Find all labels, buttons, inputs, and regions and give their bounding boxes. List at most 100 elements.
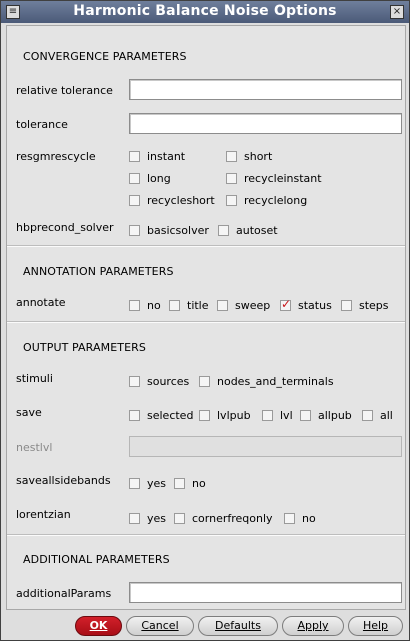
checkbox[interactable] bbox=[300, 409, 311, 421]
checkbox[interactable] bbox=[362, 409, 373, 421]
saveallsidebands-label: saveallsidebands bbox=[16, 474, 111, 487]
section-title-annotation: ANNOTATION PARAMETERS bbox=[23, 265, 174, 278]
save-option-selected[interactable]: selected bbox=[129, 408, 193, 422]
hb-noise-options-dialog: ≡ Harmonic Balance Noise Options × CONVE… bbox=[0, 0, 410, 641]
option-label: sweep bbox=[235, 298, 271, 312]
checkbox[interactable] bbox=[341, 299, 352, 311]
option-label: no bbox=[147, 298, 161, 312]
annotate-option-status[interactable]: status bbox=[280, 297, 332, 312]
option-label: no bbox=[302, 511, 316, 525]
checkbox[interactable] bbox=[174, 512, 185, 524]
saveallsidebands-option-no[interactable]: no bbox=[174, 476, 206, 490]
option-label: no bbox=[192, 476, 206, 490]
stimuli-option-sources[interactable]: sources bbox=[129, 374, 189, 388]
additional-params-input[interactable] bbox=[129, 582, 402, 603]
tolerance-label: tolerance bbox=[16, 118, 68, 131]
nestlvl-label: nestlvl bbox=[16, 441, 53, 454]
nestlvl-input bbox=[129, 436, 402, 457]
resgmrescycle-label: resgmrescycle bbox=[16, 150, 96, 163]
help-button[interactable]: Help bbox=[348, 616, 403, 636]
window-menu-icon[interactable]: ≡ bbox=[6, 5, 20, 19]
save-option-lvlpub[interactable]: lvlpub bbox=[199, 408, 251, 422]
resgmrescycle-option-recycleinstant[interactable]: recycleinstant bbox=[226, 171, 322, 185]
save-option-lvl[interactable]: lvl bbox=[262, 408, 293, 422]
annotate-option-steps[interactable]: steps bbox=[341, 298, 389, 312]
checkbox[interactable] bbox=[284, 512, 295, 524]
help-button-label: Help bbox=[362, 619, 389, 632]
saveallsidebands-option-yes[interactable]: yes bbox=[129, 476, 166, 490]
close-icon[interactable]: × bbox=[390, 5, 404, 19]
separator bbox=[7, 534, 405, 536]
annotate-option-sweep[interactable]: sweep bbox=[217, 298, 270, 312]
save-option-all[interactable]: all bbox=[362, 408, 393, 422]
resgmrescycle-option-recyclelong[interactable]: recyclelong bbox=[226, 193, 307, 207]
checkbox[interactable] bbox=[218, 224, 229, 236]
option-label: short bbox=[244, 149, 273, 163]
checkbox-checked[interactable] bbox=[280, 297, 291, 311]
options-panel: CONVERGENCE PARAMETERS relative toleranc… bbox=[6, 25, 406, 610]
defaults-button[interactable]: Defaults bbox=[198, 616, 278, 636]
cancel-button[interactable]: Cancel bbox=[126, 616, 194, 636]
checkbox[interactable] bbox=[199, 409, 210, 421]
checkbox[interactable] bbox=[129, 512, 140, 524]
window-title: Harmonic Balance Noise Options bbox=[73, 3, 337, 19]
ok-button[interactable]: OK bbox=[75, 616, 122, 636]
stimuli-label: stimuli bbox=[16, 372, 53, 385]
tolerance-input[interactable] bbox=[129, 113, 402, 134]
checkbox[interactable] bbox=[226, 172, 237, 184]
save-option-allpub[interactable]: allpub bbox=[300, 408, 352, 422]
checkbox[interactable] bbox=[129, 299, 140, 311]
hbprecond-option-autoset[interactable]: autoset bbox=[218, 223, 278, 237]
checkbox[interactable] bbox=[129, 172, 140, 184]
option-label: basicsolver bbox=[147, 223, 209, 237]
resgmrescycle-option-long[interactable]: long bbox=[129, 171, 171, 185]
option-label: yes bbox=[147, 476, 167, 490]
checkbox[interactable] bbox=[129, 224, 140, 236]
option-label: cornerfreqonly bbox=[192, 511, 273, 525]
hbprecond-option-basicsolver[interactable]: basicsolver bbox=[129, 223, 209, 237]
annotate-label: annotate bbox=[16, 296, 66, 309]
resgmrescycle-option-recycleshort[interactable]: recycleshort bbox=[129, 193, 215, 207]
checkbox[interactable] bbox=[129, 194, 140, 206]
checkbox[interactable] bbox=[174, 477, 185, 489]
option-label: steps bbox=[359, 298, 389, 312]
checkbox[interactable] bbox=[226, 150, 237, 162]
resgmrescycle-option-short[interactable]: short bbox=[226, 149, 272, 163]
additional-params-label: additionalParams bbox=[16, 587, 112, 600]
separator bbox=[7, 245, 405, 247]
resgmrescycle-option-instant[interactable]: instant bbox=[129, 149, 185, 163]
checkbox[interactable] bbox=[129, 477, 140, 489]
lorentzian-option-yes[interactable]: yes bbox=[129, 511, 166, 525]
title-bar[interactable]: ≡ Harmonic Balance Noise Options × bbox=[1, 1, 409, 23]
checkbox[interactable] bbox=[129, 375, 140, 387]
option-label: autoset bbox=[236, 223, 278, 237]
hbprecond-solver-label: hbprecond_solver bbox=[16, 221, 114, 234]
annotate-option-no[interactable]: no bbox=[129, 298, 161, 312]
save-label: save bbox=[16, 406, 42, 419]
checkbox[interactable] bbox=[129, 150, 140, 162]
option-label: sources bbox=[147, 374, 190, 388]
option-label: lvlpub bbox=[217, 408, 251, 422]
checkbox[interactable] bbox=[199, 375, 210, 387]
option-label: lvl bbox=[280, 408, 293, 422]
annotate-option-title[interactable]: title bbox=[169, 298, 209, 312]
option-label: long bbox=[147, 171, 171, 185]
reltol-input[interactable] bbox=[129, 79, 402, 100]
option-label: recycleinstant bbox=[244, 171, 322, 185]
separator bbox=[7, 321, 405, 323]
apply-button[interactable]: Apply bbox=[282, 616, 344, 636]
checkbox[interactable] bbox=[217, 299, 228, 311]
checkbox[interactable] bbox=[169, 299, 180, 311]
lorentzian-option-cornerfreqonly[interactable]: cornerfreqonly bbox=[174, 511, 273, 525]
checkbox[interactable] bbox=[129, 409, 140, 421]
checkbox[interactable] bbox=[262, 409, 273, 421]
checkbox[interactable] bbox=[226, 194, 237, 206]
defaults-button-label: Defaults bbox=[215, 619, 261, 632]
lorentzian-option-no[interactable]: no bbox=[284, 511, 316, 525]
section-title-additional: ADDITIONAL PARAMETERS bbox=[23, 553, 170, 566]
option-label: all bbox=[380, 408, 393, 422]
option-label: yes bbox=[147, 511, 167, 525]
stimuli-option-nodes-and-terminals[interactable]: nodes_and_terminals bbox=[199, 374, 334, 388]
lorentzian-label: lorentzian bbox=[16, 508, 71, 521]
option-label: recycleshort bbox=[147, 193, 215, 207]
